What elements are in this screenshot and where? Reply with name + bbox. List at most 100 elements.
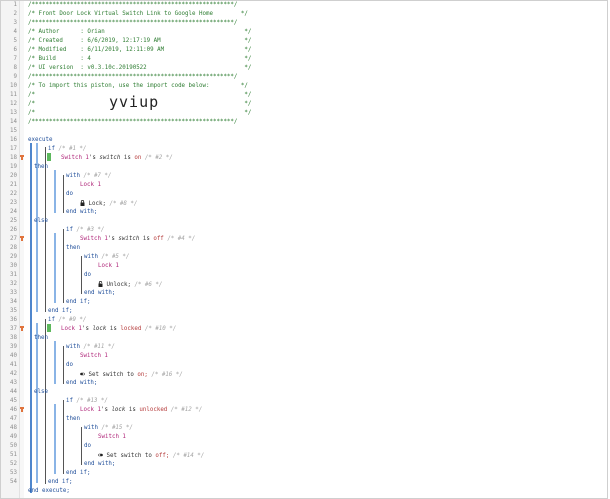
line-number: 51: [10, 452, 17, 458]
code-then: then: [66, 245, 80, 251]
condition-edit-icon[interactable]: [20, 406, 24, 412]
code-do: do: [66, 362, 73, 368]
kw-if: if: [48, 146, 55, 152]
line-number: 23: [10, 200, 17, 206]
line-number: 33: [10, 290, 17, 296]
line-number: 12: [10, 101, 17, 107]
condition-marker: [47, 153, 51, 161]
if3-bracket: [63, 229, 64, 303]
line-number: 9: [13, 74, 18, 80]
with11-bracket: [63, 346, 64, 384]
with13-bracket: [81, 427, 82, 465]
if9-bar: [36, 323, 38, 483]
if9-bracket: [45, 319, 46, 484]
code-task-lock[interactable]: Lock; /* #8 */: [80, 199, 137, 208]
code-with13: with /* #15 */: [84, 425, 133, 431]
import-code: yviup: [109, 93, 160, 111]
code-then: then: [34, 164, 48, 170]
line-number: 43: [10, 380, 17, 386]
code-do: do: [84, 443, 91, 449]
code-if13: if /* #13 */: [66, 398, 108, 404]
code-cond10[interactable]: Lock 1's lock is locked /* #10 */: [61, 325, 176, 334]
toggle-off-icon: [98, 453, 103, 457]
toggle-on-icon: [80, 372, 85, 376]
code-task-set-on[interactable]: Set switch to on; /* #16 */: [80, 370, 183, 379]
line-number: 54: [10, 479, 17, 485]
header-line-10: /* To import this piston, use the import…: [28, 83, 248, 89]
line-number: 7: [13, 56, 18, 62]
code-with11: with /* #11 */: [66, 344, 115, 350]
line-number: 19: [10, 164, 17, 170]
header-line-5: /* Created : 6/6/2019, 12:17:19 AM */: [28, 38, 252, 44]
header-line-7: /* Build : 4 */: [28, 56, 252, 62]
line-number: 20: [10, 173, 17, 179]
line-number: 27: [10, 236, 17, 242]
header-line-1: /***************************************…: [28, 2, 238, 8]
line-number: 49: [10, 434, 17, 440]
code-with5: with /* #5 */: [84, 254, 130, 260]
line-number: 15: [10, 128, 17, 134]
line-number: 11: [10, 92, 17, 98]
lock-icon: [80, 200, 85, 206]
line-number: 53: [10, 470, 17, 476]
condition-edit-icon[interactable]: [20, 325, 24, 331]
code-else: else: [34, 389, 48, 395]
code-task-set-off[interactable]: Set switch to off; /* #14 */: [98, 451, 204, 460]
code-device-switch1: Switch 1: [80, 353, 108, 359]
code-end-with: end with;: [66, 209, 98, 215]
with5-bracket: [81, 256, 82, 294]
code-end-if: end if;: [48, 308, 73, 314]
line-number: 38: [10, 335, 17, 341]
line-number: 3: [13, 20, 18, 26]
line-number: 13: [10, 110, 17, 116]
code-end-with: end with;: [66, 380, 98, 386]
line-number: 16: [10, 137, 17, 143]
header-line-3: /***************************************…: [28, 20, 238, 26]
code-with7: with /* #7 */: [66, 173, 112, 179]
execute-bar: [30, 143, 32, 493]
line-number: 4: [13, 29, 18, 35]
code-task-unlock[interactable]: Unlock; /* #6 */: [98, 280, 162, 289]
code-do: do: [66, 191, 73, 197]
code-cond4[interactable]: Switch 1's switch is off /* #4 */: [80, 235, 195, 244]
code-device-lock1: Lock 1: [80, 182, 101, 188]
line-number: 32: [10, 281, 17, 287]
code-cond12[interactable]: Lock 1's lock is unlocked /* #12 */: [80, 406, 202, 415]
line-number: 29: [10, 254, 17, 260]
code-end-with: end with;: [84, 290, 116, 296]
line-number: 24: [10, 209, 17, 215]
line-number: 30: [10, 263, 17, 269]
header-line-9: /***************************************…: [28, 74, 238, 80]
else9-bar: [54, 404, 56, 474]
code-if1: if /* #1 */: [48, 145, 86, 154]
code-end-if: end if;: [66, 470, 91, 476]
header-line-6: /* Modified : 6/11/2019, 12:11:09 AM */: [28, 47, 252, 53]
code-cond2[interactable]: Switch 1's switch is on /* #2 */: [61, 154, 173, 163]
with7-bracket: [63, 175, 64, 213]
line-number: 47: [10, 416, 17, 422]
line-number: 37: [10, 326, 17, 332]
line-number: 6: [13, 47, 18, 53]
line-number: 39: [10, 344, 17, 350]
code-execute: execute: [28, 137, 53, 143]
line-number: 28: [10, 245, 17, 251]
condition-edit-icon[interactable]: [20, 235, 24, 241]
value: on: [134, 155, 142, 161]
code-do: do: [84, 272, 91, 278]
code-device-lock1: Lock 1: [98, 263, 119, 269]
header-line-2: /* Front Door Lock Virtual Switch Link t…: [28, 11, 248, 17]
code-if3: if /* #3 */: [66, 227, 105, 233]
line-number: 45: [10, 398, 17, 404]
line-number: 46: [10, 407, 17, 413]
line-number: 42: [10, 371, 17, 377]
code-then: then: [66, 416, 80, 422]
device: Switch 1: [61, 155, 89, 161]
line-number: 2: [13, 11, 18, 17]
code-device-switch1: Switch 1: [98, 434, 126, 440]
then9-bar: [54, 341, 56, 384]
line-number: 34: [10, 299, 17, 305]
condition-edit-icon[interactable]: [20, 154, 24, 160]
code-end-execute: end execute;: [28, 488, 70, 494]
code-editor[interactable]: 1 2 3 4 5 6 7 8 9 10 11 12 13 14 15 16 17 18 19 20 21 22 23 24 2…: [0, 0, 608, 499]
unlock-icon: [98, 281, 103, 287]
